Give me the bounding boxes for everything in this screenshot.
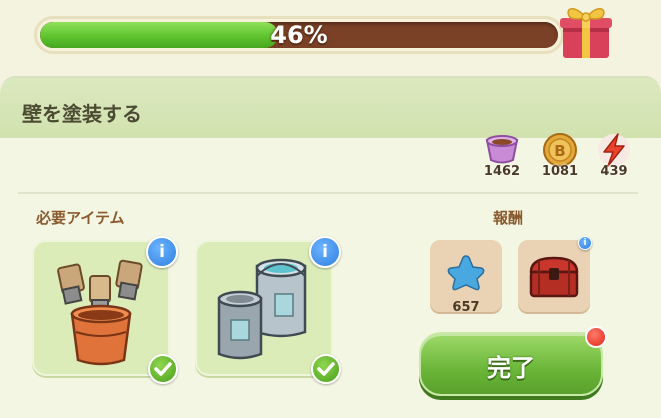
stat-coins: B 1081: [538, 132, 582, 184]
red-chest-icon: [529, 256, 579, 298]
coin-icon: B: [543, 133, 577, 167]
cup-icon: [485, 135, 519, 164]
required-items-label: 必要アイテム: [36, 209, 125, 227]
check-icon: [148, 354, 178, 384]
stat-cups: 1462: [480, 132, 524, 184]
progress-track: 46%: [40, 22, 558, 48]
reward-chest[interactable]: i: [518, 236, 592, 312]
required-item-paint-cans[interactable]: i: [195, 236, 341, 384]
paint-cans-icon: [217, 258, 307, 360]
stat-cups-value: 1462: [483, 164, 521, 179]
gift-box-icon[interactable]: [555, 0, 617, 62]
stat-energy: 439: [592, 132, 636, 184]
task-progress-bar: 46%: [34, 16, 564, 54]
info-button[interactable]: i: [146, 236, 178, 268]
info-button[interactable]: i: [309, 236, 341, 268]
rewards-label: 報酬: [493, 209, 524, 227]
stat-coins-value: 1081: [541, 164, 579, 179]
progress-percent: 46%: [270, 22, 328, 48]
blue-star-icon: [447, 255, 485, 291]
stat-energy-value: 439: [600, 164, 628, 179]
energy-icon: [598, 133, 630, 167]
svg-text:B: B: [554, 142, 565, 160]
complete-button-label: 完了: [487, 354, 535, 382]
required-item-brushes[interactable]: i: [32, 236, 178, 384]
complete-button[interactable]: 完了: [419, 332, 603, 396]
divider: [18, 192, 638, 194]
paint-brushes-bucket-icon: [57, 259, 143, 366]
info-button[interactable]: i: [578, 236, 592, 250]
check-icon: [311, 354, 341, 384]
reward-star-count: 657: [452, 300, 480, 315]
task-header: 壁を塗装する: [0, 78, 661, 138]
task-title: 壁を塗装する: [22, 102, 142, 126]
notification-dot: [585, 326, 607, 348]
